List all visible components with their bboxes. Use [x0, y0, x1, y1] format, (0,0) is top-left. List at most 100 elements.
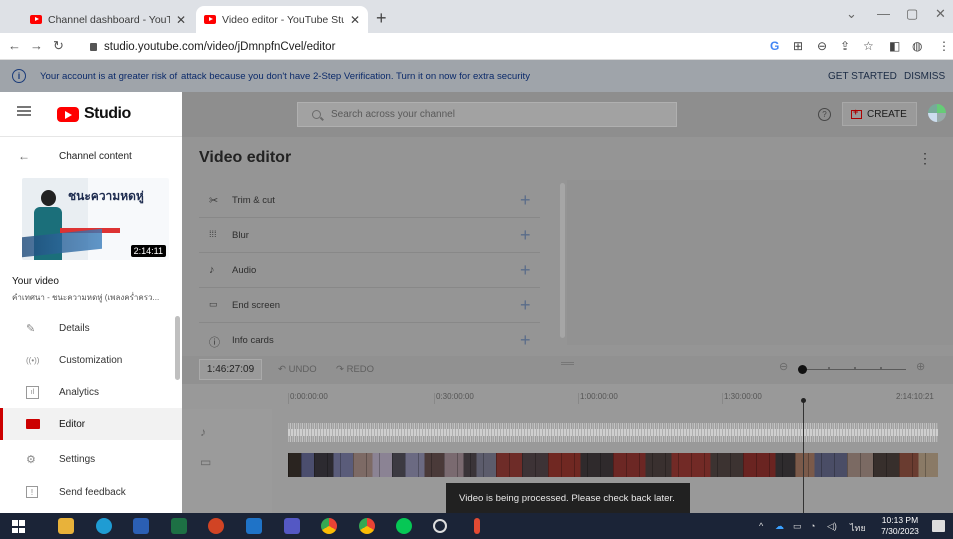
resize-handle[interactable]	[561, 362, 574, 365]
zoom-tick	[828, 367, 830, 369]
windows-start-icon[interactable]	[12, 520, 25, 533]
sidebar-item-label: Settings	[59, 453, 96, 465]
onedrive-icon[interactable]: ☁	[775, 521, 784, 532]
zoom-tick	[880, 367, 882, 369]
video-title: คำเทศนา - ชนะความหดหู่ (เพลงคร่ำครว...	[12, 293, 160, 302]
feedback-icon: !	[26, 486, 38, 498]
video-track[interactable]	[288, 453, 938, 477]
dismiss-button[interactable]: DISMISS	[904, 71, 945, 82]
tool-trim-cut[interactable]: ✂ Trim & cut +	[199, 183, 540, 218]
url-field[interactable]: studio.youtube.com/video/jDmnpfnCvel/edi…	[90, 36, 730, 57]
google-icon[interactable]: G	[770, 39, 779, 53]
undo-button[interactable]: ↶ UNDO	[278, 364, 317, 375]
audio-track[interactable]	[288, 423, 938, 442]
sidebar-item-settings[interactable]: ⚙ Settings	[0, 443, 182, 475]
app-circle-icon[interactable]	[433, 519, 447, 533]
more-options-icon[interactable]: ⋮	[918, 150, 932, 167]
clock-time: 10:13 PM	[881, 515, 919, 525]
powerpoint-icon[interactable]	[208, 518, 224, 534]
translate-icon[interactable]: ⊞	[793, 39, 803, 53]
create-video-icon	[851, 107, 862, 119]
tool-info-cards[interactable]: ⓘ Info cards +	[199, 323, 540, 358]
timecode-display: 1:46:27:09	[199, 359, 262, 380]
file-explorer-icon[interactable]	[58, 518, 74, 534]
avatar[interactable]	[928, 104, 946, 122]
zoom-icon[interactable]: ⊖	[817, 39, 827, 53]
restore-icon[interactable]: ▢	[906, 6, 918, 22]
browser-menu-icon[interactable]: ⋮	[938, 39, 950, 53]
banner-message-part2: attack because you don't have 2-Step Ver…	[181, 71, 530, 82]
close-tab-icon[interactable]: ✕	[176, 13, 186, 27]
help-icon[interactable]: ?	[818, 108, 831, 121]
forward-arrow-icon[interactable]: →	[30, 38, 43, 53]
sidebar-item-send-feedback[interactable]: ! Send feedback	[0, 476, 182, 508]
close-tab-icon[interactable]: ✕	[350, 13, 360, 27]
add-icon[interactable]: +	[520, 295, 531, 316]
back-arrow-icon[interactable]: ←	[18, 149, 30, 163]
timeline-ruler[interactable]: 0:00:00:00 0:30:00:00 1:00:00:00 1:30:00…	[272, 384, 953, 409]
profile-icon[interactable]: ◍	[912, 39, 922, 53]
thumbnail-title: ชนะความหดหู่	[68, 189, 144, 203]
clock[interactable]: 10:13 PM 7/30/2023	[876, 515, 924, 537]
create-button[interactable]: CREATE	[842, 102, 917, 126]
outlook-icon[interactable]	[246, 518, 262, 534]
tab-search-icon[interactable]: ⌄	[846, 6, 857, 22]
edge-icon[interactable]	[96, 518, 112, 534]
back-arrow-icon[interactable]: ←	[8, 38, 21, 53]
search-icon	[312, 110, 321, 119]
add-icon[interactable]: +	[520, 330, 531, 351]
add-icon[interactable]: +	[520, 225, 531, 246]
tool-end-screen[interactable]: ▭ End screen +	[199, 288, 540, 323]
reload-icon[interactable]: ↻	[53, 38, 64, 54]
hamburger-menu-icon[interactable]	[17, 110, 31, 112]
battery-icon[interactable]: ▭	[793, 521, 802, 532]
sidebar-item-details[interactable]: ✎ Details	[0, 312, 182, 344]
new-tab-button[interactable]: +	[376, 8, 387, 29]
search-input[interactable]: Search across your channel	[297, 102, 677, 127]
info-icon: ⓘ	[209, 337, 220, 349]
video-track-icon: ▭	[200, 455, 212, 469]
chrome-icon[interactable]	[321, 518, 337, 534]
tools-scrollbar[interactable]	[560, 183, 565, 338]
zoom-in-icon[interactable]: ⊕	[916, 360, 925, 373]
playhead[interactable]	[801, 398, 806, 513]
video-thumbnail[interactable]: ชนะความหดหู่ 2:14:11	[22, 178, 169, 260]
redo-button[interactable]: ↷ REDO	[336, 364, 374, 375]
zoom-slider-handle[interactable]	[798, 365, 807, 374]
add-icon[interactable]: +	[520, 190, 531, 211]
wifi-icon[interactable]: ◔	[810, 521, 815, 531]
tray-chevron-icon[interactable]: ^	[759, 521, 763, 531]
tool-blur[interactable]: ⁞⁞⁞ Blur +	[199, 218, 540, 253]
language-indicator[interactable]: ไทย	[850, 521, 866, 535]
notification-icon[interactable]	[932, 520, 945, 532]
bookmark-star-icon[interactable]: ☆	[863, 39, 874, 53]
teams-icon[interactable]	[284, 518, 300, 534]
close-window-icon[interactable]: ✕	[935, 6, 946, 22]
tool-label: Info cards	[232, 335, 274, 346]
minimize-icon[interactable]: —	[877, 6, 890, 21]
zoom-slider-track[interactable]	[802, 369, 906, 370]
tab-channel-dashboard[interactable]: Channel dashboard - YouTube St ✕	[22, 6, 194, 33]
sidebar-scrollbar[interactable]	[175, 316, 180, 380]
sidebar-item-analytics[interactable]: ıl Analytics	[0, 376, 182, 408]
zoom-out-icon[interactable]: ⊖	[779, 360, 788, 373]
get-started-button[interactable]: GET STARTED	[828, 71, 897, 82]
sidebar-item-customization[interactable]: ((•)) Customization	[0, 344, 182, 376]
excel-icon[interactable]	[171, 518, 187, 534]
share-icon[interactable]: ⇪	[840, 39, 850, 53]
ruler-tick	[722, 393, 723, 404]
tab-video-editor[interactable]: Video editor - YouTube Studio ✕	[196, 6, 368, 33]
sidebar-item-label: Customization	[59, 354, 123, 366]
line-icon[interactable]	[396, 518, 412, 534]
video-preview	[567, 180, 953, 345]
chrome-profile-icon[interactable]	[359, 518, 375, 534]
word-icon[interactable]	[133, 518, 149, 534]
tool-audio[interactable]: ♪ Audio +	[199, 253, 540, 288]
add-icon[interactable]: +	[520, 260, 531, 281]
studio-logo[interactable]: Studio	[57, 105, 131, 123]
sidebar-item-editor[interactable]: Editor	[0, 408, 182, 440]
volume-icon[interactable]: ◁)	[827, 521, 837, 532]
channel-content-link[interactable]: Channel content	[59, 151, 132, 162]
sidepanel-icon[interactable]: ◧	[889, 39, 900, 53]
app-pin-icon[interactable]	[474, 518, 480, 534]
